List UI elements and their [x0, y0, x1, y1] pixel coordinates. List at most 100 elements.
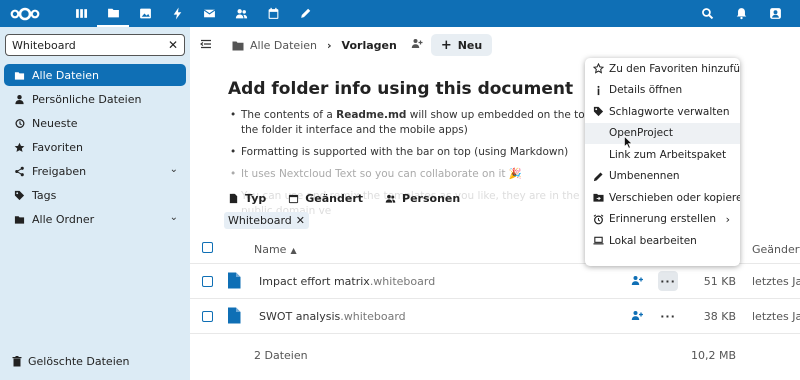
tag-icon [12, 190, 26, 201]
share-icon[interactable] [631, 275, 644, 289]
breadcrumb-root-label: Alle Dateien [250, 38, 317, 52]
new-button[interactable]: + Neu [430, 34, 493, 56]
row-checkbox[interactable] [202, 311, 213, 322]
column-name-header[interactable]: Name ▲ [254, 243, 297, 256]
sidebar-item-trash[interactable]: Gelöschte Dateien [12, 355, 130, 368]
menu-item-add-favorite[interactable]: Zu den Favoriten hinzufügen [585, 58, 740, 80]
contacts-icon[interactable] [225, 0, 257, 27]
readme-bullet: Formatting is supported with the bar on … [228, 145, 608, 160]
sidebar-item-label: Freigaben [32, 164, 87, 178]
breadcrumb-root[interactable]: Alle Dateien [232, 39, 317, 52]
file-basename: Impact effort matrix [259, 275, 370, 288]
file-actions-menu: Zu den Favoriten hinzufügen Details öffn… [585, 58, 740, 266]
plus-icon: + [440, 37, 452, 53]
menu-item-move-copy[interactable]: Verschieben oder kopieren [585, 187, 740, 209]
pencil-icon [593, 171, 604, 182]
readme-text: Formatting is supported with the bar on … [241, 146, 569, 158]
menu-item-edit-locally[interactable]: Lokal bearbeiten [585, 230, 740, 252]
menu-item-set-reminder[interactable]: Erinnerung erstellen › [585, 209, 740, 231]
sidebar-item-all-files[interactable]: Alle Dateien [4, 64, 186, 86]
user-menu-icon[interactable] [760, 0, 790, 27]
breadcrumb: Alle Dateien › Vorlagen + Neu [200, 34, 493, 56]
laptop-icon [593, 235, 604, 246]
menu-item-label: Zu den Favoriten hinzufügen [609, 62, 740, 75]
menu-item-rename[interactable]: Umbenennen [585, 166, 740, 188]
folder-icon [12, 214, 26, 225]
menu-item-label: Details öffnen [609, 84, 683, 97]
files-icon[interactable] [97, 0, 129, 27]
header-right [692, 0, 790, 27]
menu-item-label: Lokal bearbeiten [609, 234, 697, 247]
clear-search-icon[interactable]: ✕ [168, 38, 178, 52]
active-filter-chip[interactable]: Whiteboard ✕ [224, 212, 309, 229]
more-actions-button[interactable]: ··· [658, 271, 678, 291]
filter-modified[interactable]: Geändert [288, 192, 363, 205]
readme-text: It uses Nextcloud Text so you can collab… [241, 168, 522, 180]
chevron-right-icon: › [725, 212, 730, 226]
sidebar-item-label: Persönliche Dateien [32, 92, 142, 106]
file-icon [227, 307, 241, 327]
search-icon[interactable] [692, 0, 722, 27]
mail-icon[interactable] [193, 0, 225, 27]
file-type-icon [229, 193, 238, 204]
mouse-pointer-icon [624, 135, 633, 152]
readme-bold-text: Readme.md [336, 109, 407, 121]
nextcloud-logo-icon[interactable] [5, 0, 45, 27]
trash-icon [12, 356, 22, 367]
sidebar-item-recent[interactable]: Neueste [4, 112, 186, 134]
sidebar-item-shares[interactable]: Freigaben ⌄ [4, 160, 186, 182]
photos-icon[interactable] [129, 0, 161, 27]
activity-icon[interactable] [161, 0, 193, 27]
file-size: 38 KB [703, 310, 736, 323]
sidebar-item-label: Alle Ordner [32, 212, 95, 226]
column-modified-header[interactable]: Geändert [752, 243, 800, 256]
file-icon [227, 272, 241, 292]
menu-item-openproject[interactable]: OpenProject [585, 122, 740, 144]
sidebar-item-label: Tags [32, 188, 57, 202]
top-bar [0, 0, 800, 27]
table-row[interactable]: Impact effort matrix.whiteboard ··· 51 K… [190, 264, 800, 299]
search-input[interactable] [6, 38, 156, 52]
remove-filter-icon[interactable]: ✕ [296, 214, 305, 227]
file-size: 51 KB [703, 275, 736, 288]
table-summary-row: 2 Dateien 10,2 MB [190, 334, 800, 369]
total-size: 10,2 MB [690, 349, 736, 362]
chevron-down-icon[interactable]: ⌄ [170, 164, 178, 175]
filter-people[interactable]: Personen [385, 192, 460, 205]
sidebar-item-tags[interactable]: Tags [4, 184, 186, 206]
readme-bullet: The contents of a Readme.md will show up… [228, 108, 608, 138]
notes-icon[interactable] [289, 0, 321, 27]
sidebar-item-all-folders[interactable]: Alle Ordner ⌄ [4, 208, 186, 230]
folder-icon [12, 70, 26, 81]
dashboard-icon[interactable] [65, 0, 97, 27]
menu-item-label: Schlagworte verwalten [609, 105, 730, 118]
calendar-icon[interactable] [257, 0, 289, 27]
filter-type[interactable]: Typ [228, 192, 266, 205]
select-all-checkbox[interactable] [202, 242, 213, 253]
breadcrumb-current[interactable]: Vorlagen [342, 39, 397, 52]
readme-text: The contents of a [241, 109, 337, 121]
share-icon[interactable] [631, 310, 644, 324]
notifications-icon[interactable] [726, 0, 756, 27]
menu-item-link-work-package[interactable]: Link zum Arbeitspaket [585, 144, 740, 166]
readme-bullet: It uses Nextcloud Text so you can collab… [228, 167, 608, 182]
more-actions-button[interactable]: ··· [658, 306, 678, 326]
filter-type-label: Typ [245, 192, 267, 205]
table-row[interactable]: SWOT analysis.whiteboard ··· 38 KB letzt… [190, 299, 800, 334]
share-folder-icon[interactable] [411, 38, 423, 52]
search-field[interactable]: ✕ [5, 34, 185, 56]
chevron-down-icon[interactable]: ⌄ [170, 212, 178, 223]
menu-item-open-details[interactable]: Details öffnen [585, 80, 740, 102]
row-checkbox[interactable] [202, 276, 213, 287]
sidebar-item-favorites[interactable]: Favoriten [4, 136, 186, 158]
file-extension: .whiteboard [369, 275, 436, 288]
file-name[interactable]: Impact effort matrix.whiteboard [259, 275, 435, 288]
sidebar: ✕ Alle Dateien Persönliche Dateien Neues… [0, 27, 190, 380]
menu-item-manage-tags[interactable]: Schlagworte verwalten [585, 101, 740, 123]
sidebar-item-personal-files[interactable]: Persönliche Dateien [4, 88, 186, 110]
file-name[interactable]: SWOT analysis.whiteboard [259, 310, 406, 323]
sidebar-nav: Alle Dateien Persönliche Dateien Neueste… [4, 64, 186, 232]
menu-item-label: OpenProject [609, 127, 673, 140]
toggle-navigation-icon[interactable] [200, 38, 212, 53]
alarm-icon [593, 214, 604, 225]
